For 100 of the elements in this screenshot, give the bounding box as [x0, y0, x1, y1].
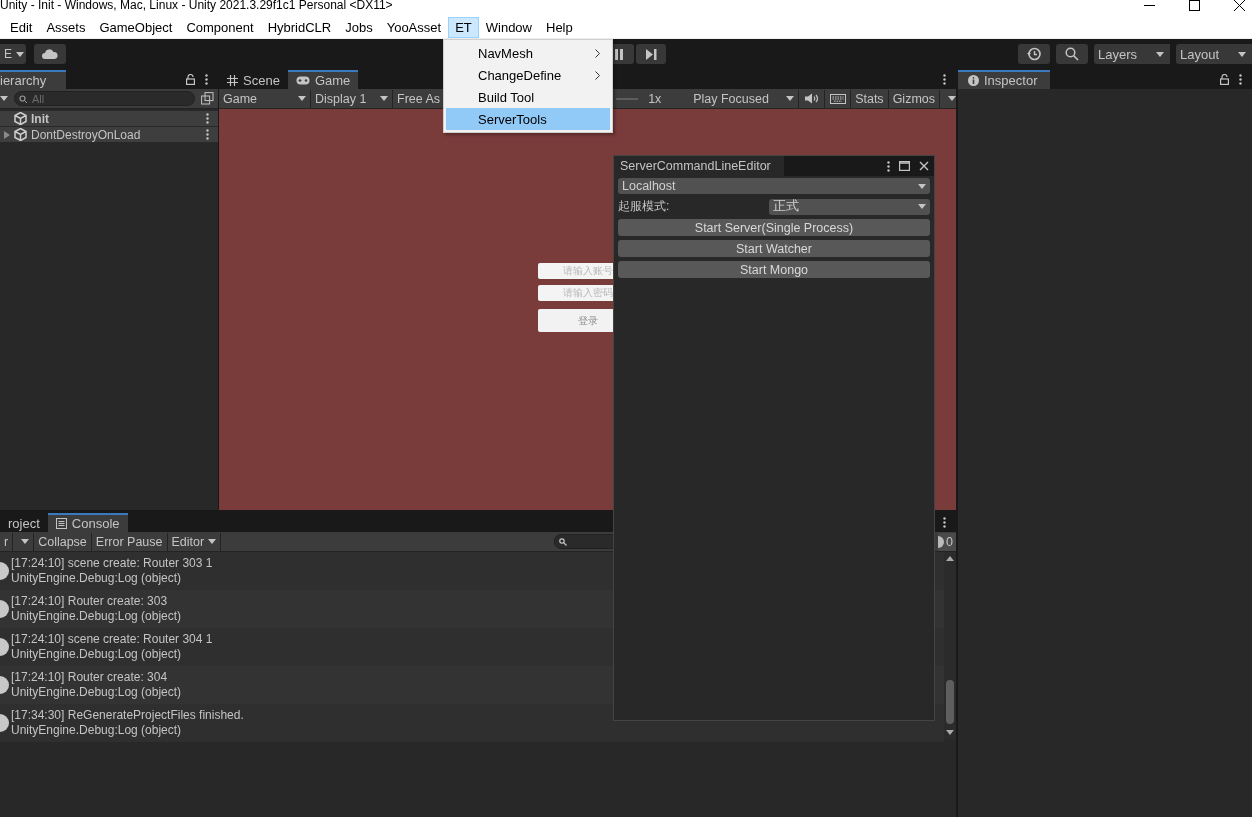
cloud-icon	[42, 49, 58, 59]
layout-dropdown[interactable]: Layout	[1176, 44, 1252, 64]
log-icon	[0, 638, 9, 656]
caret-icon	[21, 539, 30, 544]
log-message: [17:24:10] scene create: Router 303 1	[11, 556, 213, 571]
info-icon	[968, 75, 979, 86]
log-message: [17:24:10] scene create: Router 304 1	[11, 632, 213, 647]
console-tab[interactable]: Console	[47, 513, 128, 532]
lock-icon[interactable]	[1220, 73, 1229, 85]
caret-icon	[948, 96, 956, 101]
menu-item[interactable]: Component	[179, 17, 261, 38]
pause-icon	[614, 48, 624, 60]
caret-icon	[918, 183, 926, 189]
collapse-button[interactable]: Collapse	[34, 532, 92, 551]
search-field[interactable]: All	[14, 91, 195, 106]
view-dropdown[interactable]: Game	[219, 89, 311, 108]
list-icon	[55, 518, 67, 529]
log-icon	[0, 714, 9, 732]
scene-tab[interactable]: Scene	[219, 70, 288, 89]
scroll-up-icon[interactable]	[946, 556, 954, 561]
log-message: [17:24:10] Router create: 303	[11, 594, 169, 609]
maximize-icon[interactable]	[1189, 0, 1200, 11]
log-trace: UnityEngine.Debug:Log (object)	[11, 609, 182, 624]
search-icon	[1065, 47, 1079, 61]
host-dropdown[interactable]: Localhost	[618, 178, 930, 194]
cloud-button[interactable]	[34, 44, 66, 64]
menu-item[interactable]: ET	[448, 17, 479, 38]
scale-value: 1x	[648, 91, 662, 106]
more-icon[interactable]	[206, 129, 209, 140]
search-button[interactable]	[1056, 44, 1088, 64]
menu-item[interactable]: Jobs	[338, 17, 380, 38]
hierarchy-tab[interactable]: ierarchy	[0, 70, 66, 89]
more-icon[interactable]	[943, 516, 946, 528]
search-icon	[559, 537, 568, 546]
log-message: [17:34:30] ReGenerateProjectFiles finished.	[11, 708, 244, 723]
menu-item[interactable]: NavMesh	[446, 42, 610, 64]
account-dropdown[interactable]: E	[0, 44, 26, 64]
start-button[interactable]: Start Server(Single Process)	[618, 219, 930, 236]
error-pause-button[interactable]: Error Pause	[91, 532, 168, 551]
caret-icon	[208, 539, 217, 544]
history-button[interactable]	[1018, 44, 1050, 64]
expand-arrow-icon[interactable]	[4, 130, 10, 139]
caret-icon	[786, 96, 795, 101]
scene-name: DontDestroyOnLoad	[31, 127, 141, 142]
menu-item[interactable]: GameObject	[92, 17, 180, 38]
unity-scene-icon	[14, 128, 27, 141]
history-icon	[1027, 47, 1041, 61]
menu-item[interactable]: HybridCLR	[260, 17, 339, 38]
log-icon	[0, 676, 9, 694]
scene-row[interactable]: DontDestroyOnLoad	[0, 127, 218, 142]
close-icon[interactable]	[1234, 0, 1245, 11]
menu-item[interactable]: ChangeDefine	[446, 64, 610, 86]
log-count-button[interactable]: 0	[938, 532, 956, 551]
menu-item[interactable]: Help	[539, 17, 580, 38]
menu-item[interactable]: YooAsset	[379, 17, 449, 38]
log-trace: UnityEngine.Debug:Log (object)	[11, 685, 182, 700]
caret-icon	[380, 96, 388, 101]
log-icon	[0, 562, 9, 580]
clear-button[interactable]: r	[0, 532, 14, 551]
log-trace: UnityEngine.Debug:Log (object)	[11, 571, 183, 586]
scroll-down-icon[interactable]	[946, 730, 954, 735]
log-message: [17:24:10] Router create: 304	[11, 670, 169, 685]
scrollbar-thumb[interactable]	[946, 680, 954, 724]
scene-row[interactable]: Init	[0, 111, 218, 126]
more-icon[interactable]	[887, 160, 890, 172]
play-mode-dropdown[interactable]: Play Focused	[689, 89, 800, 108]
inspector-tab[interactable]: Inspector	[958, 70, 1050, 89]
grid-icon	[227, 75, 238, 86]
menu-item[interactable]: Assets	[39, 17, 93, 38]
display-dropdown[interactable]: Display 1	[311, 89, 393, 108]
game-tab[interactable]: Game	[287, 70, 359, 89]
start-button[interactable]: Start Mongo	[618, 261, 930, 278]
more-icon[interactable]	[206, 113, 209, 124]
project-tab[interactable]: roject	[0, 513, 48, 532]
log-trace: UnityEngine.Debug:Log (object)	[11, 647, 183, 662]
start-button[interactable]: Start Watcher	[618, 240, 930, 257]
scene-visibility-icon[interactable]	[201, 92, 214, 105]
step-button[interactable]	[636, 44, 666, 64]
window-tab[interactable]: ServerCommandLineEditor	[614, 156, 784, 176]
scene-name: Init	[31, 111, 49, 126]
editor-dropdown[interactable]: Editor	[167, 532, 222, 551]
caret-icon	[298, 96, 306, 101]
more-icon[interactable]	[943, 73, 946, 85]
caret-icon	[1156, 51, 1164, 57]
gizmos-button[interactable]: Gizmos	[888, 89, 940, 108]
stats-button[interactable]: Stats	[851, 89, 889, 108]
log-trace: UnityEngine.Debug:Log (object)	[11, 723, 183, 738]
layers-dropdown[interactable]: Layers	[1094, 44, 1170, 64]
caret-icon	[918, 204, 926, 209]
lock-icon[interactable]	[186, 73, 195, 85]
menu-item[interactable]: Window	[478, 17, 539, 38]
log-type-icon	[938, 535, 945, 548]
log-icon	[0, 600, 9, 618]
speaker-icon	[804, 93, 819, 104]
more-icon[interactable]	[1239, 73, 1242, 85]
menu-item[interactable]: ServerTools	[446, 108, 610, 130]
more-icon[interactable]	[205, 73, 208, 85]
menu-item[interactable]: Edit	[3, 17, 40, 38]
keyboard-icon	[829, 93, 846, 104]
mode-dropdown[interactable]: 正式	[769, 198, 930, 215]
